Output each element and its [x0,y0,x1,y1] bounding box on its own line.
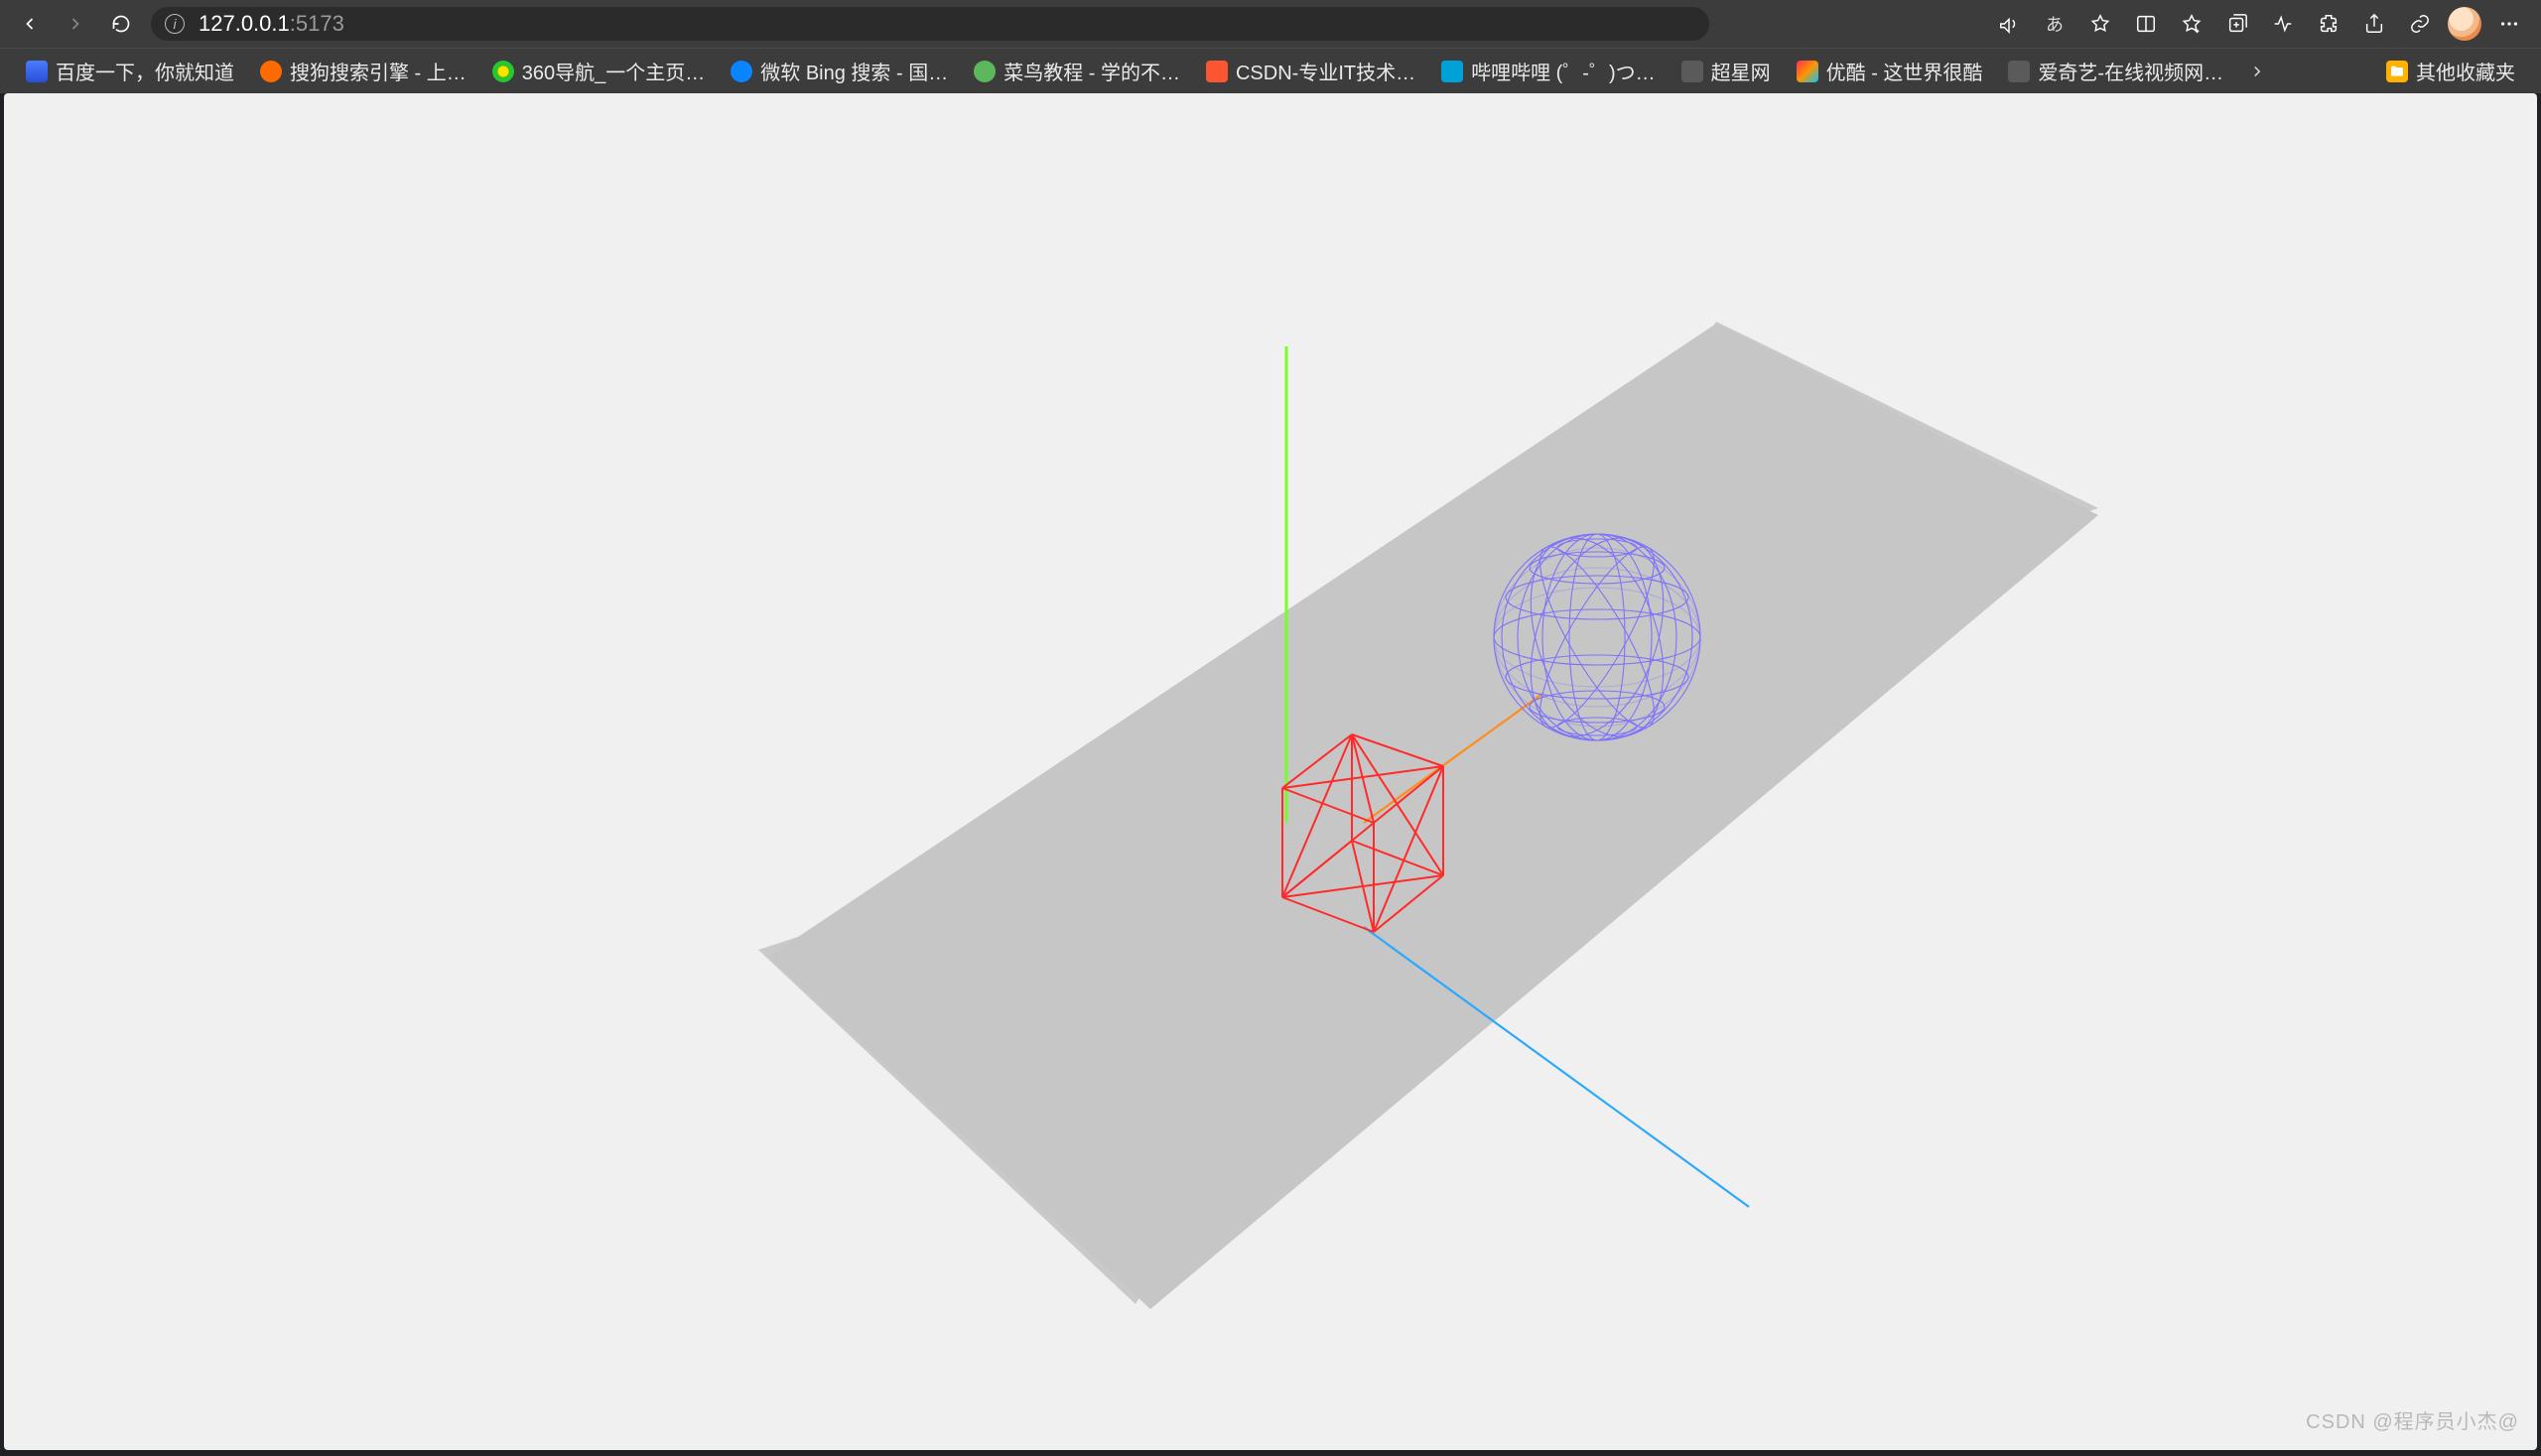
bookmark-overflow-icon[interactable] [2237,63,2277,80]
more-menu-icon[interactable] [2487,4,2531,44]
bookmark-favicon [731,61,752,82]
bookmark-item[interactable]: CSDN-专业IT技术… [1194,51,1427,91]
bookmark-favicon [974,61,996,82]
refresh-button[interactable] [101,4,141,44]
bookmark-label: 菜鸟教程 - 学的不… [1003,57,1180,85]
bookmark-label: 搜狗搜索引擎 - 上… [290,57,467,85]
bookmark-label: 百度一下，你就知道 [56,57,234,85]
bookmark-item[interactable]: 搜狗搜索引擎 - 上… [248,51,478,91]
bookmark-favicon [260,61,282,82]
bookmark-favicon [1797,61,1818,82]
performance-icon[interactable] [2261,4,2305,44]
favorites-list-icon[interactable] [2170,4,2213,44]
site-info-icon[interactable]: i [165,14,185,34]
share-icon[interactable] [2352,4,2396,44]
bookmark-label: 360导航_一个主页… [522,57,706,85]
other-bookmarks-folder[interactable]: 其他收藏夹 [2374,51,2527,91]
three-js-canvas[interactable]: CSDN @程序员小杰@ [4,93,2537,1450]
bookmark-item[interactable]: 超星网 [1670,51,1783,91]
read-aloud-icon[interactable] [1987,4,2031,44]
toolbar-right-icons: あ [1987,4,2531,44]
bookmark-favicon [1441,61,1463,82]
bookmark-item[interactable]: 微软 Bing 搜索 - 国… [719,51,960,91]
browser-toolbar: i 127.0.0.1:5173 あ [0,0,2541,48]
bookmark-favicon [1681,61,1703,82]
folder-icon [2386,61,2408,82]
bookmark-item[interactable]: 爱奇艺-在线视频网… [1996,51,2235,91]
bookmark-favicon [26,61,48,82]
bookmark-item[interactable]: 哔哩哔哩 (゜-゜)つ… [1429,51,1668,91]
link-icon[interactable] [2398,4,2442,44]
profile-avatar[interactable] [2448,7,2481,41]
url-port: :5173 [290,11,344,36]
collections-icon[interactable] [2215,4,2259,44]
extensions-icon[interactable] [2307,4,2350,44]
split-screen-icon[interactable] [2124,4,2168,44]
bookmark-label: CSDN-专业IT技术… [1236,57,1415,85]
scene-svg [4,93,2537,1450]
bookmark-label: 微软 Bing 搜索 - 国… [760,57,948,85]
bookmark-label: 优酷 - 这世界很酷 [1826,57,1983,85]
bookmark-item[interactable]: 360导航_一个主页… [480,51,718,91]
bookmark-favicon [2008,61,2030,82]
favorite-star-icon[interactable] [2078,4,2122,44]
forward-button[interactable] [56,4,95,44]
other-bookmarks-label: 其他收藏夹 [2416,57,2515,85]
back-button[interactable] [10,4,50,44]
bookmark-label: 哔哩哔哩 (゜-゜)つ… [1471,57,1656,85]
bookmark-bar: 百度一下，你就知道 搜狗搜索引擎 - 上… 360导航_一个主页… 微软 Bing 搜… [0,48,2541,93]
translate-icon[interactable]: あ [2033,4,2076,44]
bookmark-item[interactable]: 百度一下，你就知道 [14,51,246,91]
watermark-text: CSDN @程序员小杰@ [2306,1405,2519,1434]
bookmark-item[interactable]: 菜鸟教程 - 学的不… [962,51,1192,91]
bookmark-favicon [492,61,514,82]
bookmark-label: 超星网 [1711,57,1771,85]
bookmark-label: 爱奇艺-在线视频网… [2038,57,2223,85]
bookmark-item[interactable]: 优酷 - 这世界很酷 [1785,51,1995,91]
url-host: 127.0.0.1 [199,11,290,36]
bookmark-favicon [1206,61,1228,82]
address-bar[interactable]: i 127.0.0.1:5173 [151,7,1709,41]
ground-plane-shape [768,324,2098,1309]
